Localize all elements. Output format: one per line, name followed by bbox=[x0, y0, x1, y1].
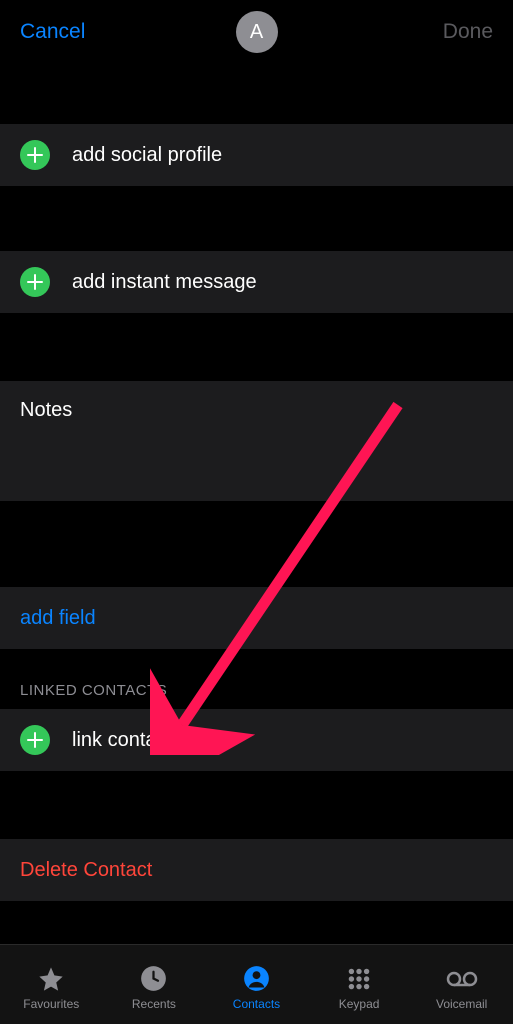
add-field-label: add field bbox=[20, 607, 96, 630]
section-gap: LINKED CONTACTS bbox=[0, 649, 513, 709]
plus-icon bbox=[20, 140, 50, 170]
link-contacts-label: link contacts... bbox=[72, 729, 199, 752]
tab-voicemail[interactable]: Voicemail bbox=[410, 965, 513, 1011]
tab-voicemail-label: Voicemail bbox=[436, 997, 487, 1011]
contact-avatar[interactable]: A bbox=[236, 11, 278, 53]
clock-icon bbox=[140, 965, 167, 993]
notes-field[interactable]: Notes bbox=[0, 381, 513, 501]
tab-favourites[interactable]: Favourites bbox=[0, 965, 103, 1011]
tab-contacts[interactable]: Contacts bbox=[205, 965, 308, 1011]
spacer bbox=[0, 64, 513, 124]
tab-recents[interactable]: Recents bbox=[103, 965, 206, 1011]
nav-bar: Cancel A Done bbox=[0, 0, 513, 64]
tab-keypad[interactable]: Keypad bbox=[308, 965, 411, 1011]
tab-favourites-label: Favourites bbox=[23, 997, 79, 1011]
notes-label: Notes bbox=[20, 399, 72, 421]
spacer bbox=[0, 501, 513, 587]
add-social-profile-label: add social profile bbox=[72, 144, 222, 167]
add-instant-message-label: add instant message bbox=[72, 271, 257, 294]
done-button[interactable]: Done bbox=[443, 20, 493, 44]
delete-contact-label: Delete Contact bbox=[20, 859, 152, 882]
linked-contacts-header: LINKED CONTACTS bbox=[0, 682, 187, 709]
tab-bar: Favourites Recents Contacts Keypad Voice… bbox=[0, 944, 513, 1024]
spacer bbox=[0, 313, 513, 381]
star-icon bbox=[37, 965, 65, 993]
cancel-button[interactable]: Cancel bbox=[20, 20, 85, 44]
add-field-row[interactable]: add field bbox=[0, 587, 513, 649]
tab-recents-label: Recents bbox=[132, 997, 176, 1011]
link-contacts-row[interactable]: link contacts... bbox=[0, 709, 513, 771]
plus-icon bbox=[20, 267, 50, 297]
person-icon bbox=[243, 965, 270, 993]
delete-contact-row[interactable]: Delete Contact bbox=[0, 839, 513, 901]
avatar-container: A bbox=[236, 11, 278, 53]
add-instant-message-row[interactable]: add instant message bbox=[0, 251, 513, 313]
tab-contacts-label: Contacts bbox=[233, 997, 280, 1011]
add-social-profile-row[interactable]: add social profile bbox=[0, 124, 513, 186]
keypad-icon bbox=[346, 965, 372, 993]
spacer bbox=[0, 771, 513, 839]
tab-keypad-label: Keypad bbox=[339, 997, 380, 1011]
plus-icon bbox=[20, 725, 50, 755]
voicemail-icon bbox=[446, 965, 478, 993]
spacer bbox=[0, 186, 513, 251]
